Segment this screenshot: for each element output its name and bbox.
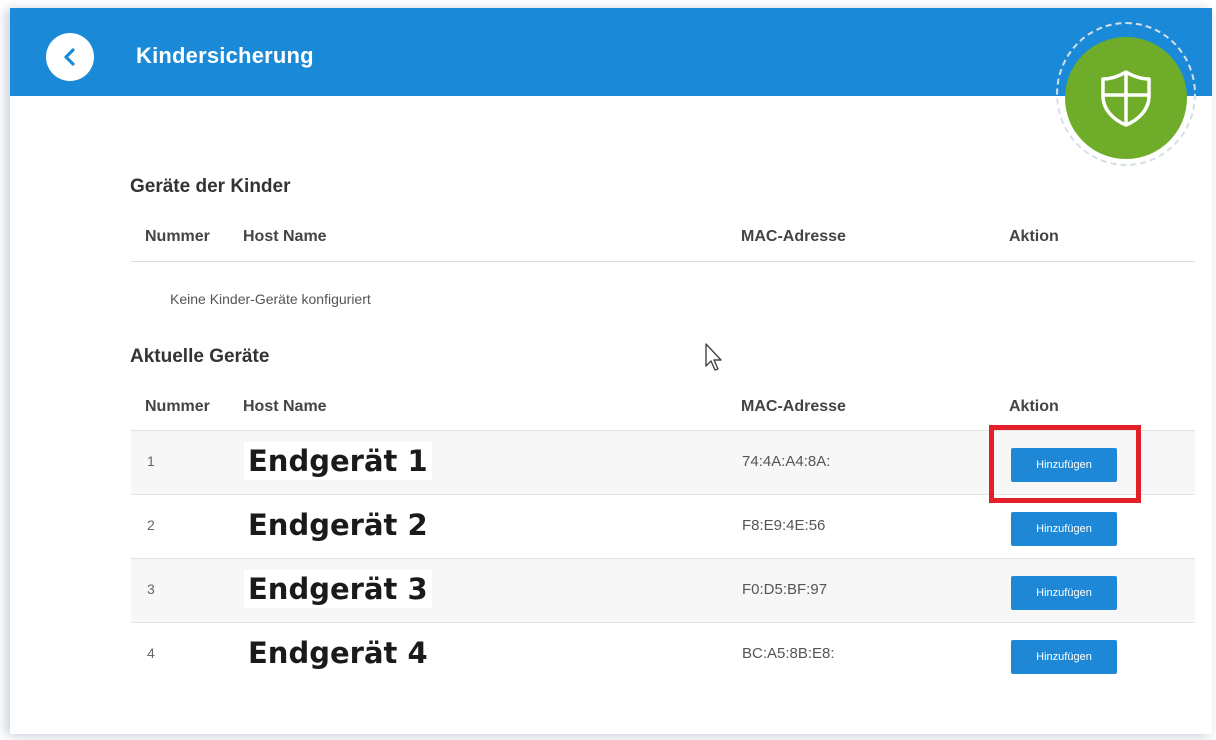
- back-button[interactable]: [46, 33, 94, 81]
- host-name: Endgerät 3: [244, 570, 432, 608]
- column-header-mac: MAC-Adresse: [741, 398, 846, 415]
- mac-address: 74:4A:A4:8A:: [742, 453, 831, 470]
- shield-icon: [1101, 70, 1151, 127]
- table-header-divider: [131, 261, 1195, 262]
- mac-address: F8:E9:4E:56: [742, 517, 826, 534]
- row-number: 3: [147, 581, 155, 597]
- column-header-host: Host Name: [243, 228, 327, 245]
- highlight-annotation-box: [989, 425, 1141, 503]
- table-row: 2 Endgerät 2 F8:E9:4E:56 Hinzufügen: [131, 494, 1195, 558]
- mac-address: F0:D5:BF:97: [742, 581, 828, 598]
- page-title: Kindersicherung: [136, 43, 314, 68]
- mouse-pointer-icon: [705, 343, 722, 371]
- host-name: Endgerät 4: [244, 634, 432, 672]
- add-button[interactable]: Hinzufügen: [1011, 512, 1117, 546]
- table-row: 4 Endgerät 4 BC:A5:8B:E8: Hinzufügen: [131, 622, 1195, 686]
- row-number: 2: [147, 517, 155, 533]
- mac-address: BC:A5:8B:E8:: [742, 645, 835, 662]
- column-header-number: Nummer: [145, 398, 210, 415]
- column-header-number: Nummer: [145, 228, 210, 245]
- add-button[interactable]: Hinzufügen: [1011, 576, 1117, 610]
- chevron-left-icon: [64, 48, 75, 66]
- table-row: 3 Endgerät 3 F0:D5:BF:97 Hinzufügen: [131, 558, 1195, 622]
- column-header-host: Host Name: [243, 398, 327, 415]
- row-number: 4: [147, 645, 155, 661]
- column-header-action: Aktion: [1009, 398, 1059, 415]
- add-button[interactable]: Hinzufügen: [1011, 640, 1117, 674]
- empty-children-message: Keine Kinder-Geräte konfiguriert: [170, 291, 371, 307]
- header-bar: Kindersicherung: [10, 8, 1212, 96]
- host-name: Endgerät 2: [244, 506, 432, 544]
- row-number: 1: [147, 453, 155, 469]
- column-header-mac: MAC-Adresse: [741, 228, 846, 245]
- host-name: Endgerät 1: [244, 442, 432, 480]
- column-header-action: Aktion: [1009, 228, 1059, 245]
- parental-control-badge: [1065, 37, 1187, 159]
- section-title-current: Aktuelle Geräte: [130, 346, 270, 367]
- app-window: Kindersicherung Geräte der Kinder Nummer…: [10, 8, 1212, 734]
- section-title-children: Geräte der Kinder: [130, 176, 291, 197]
